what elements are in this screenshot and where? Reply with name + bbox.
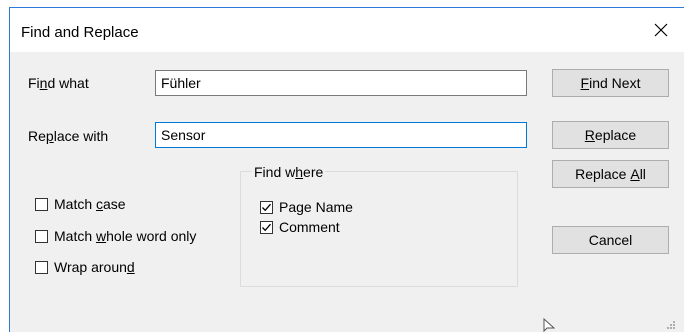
checkmark-icon [262, 223, 271, 231]
wrap-around-checkbox[interactable] [35, 260, 48, 274]
comment-checkbox[interactable] [260, 220, 273, 234]
comment-label: Comment [279, 219, 340, 235]
mouse-cursor-icon [543, 318, 555, 332]
title-bar: Find and Replace [10, 8, 684, 52]
find-what-label: Find what [28, 75, 89, 91]
cancel-button[interactable]: Cancel [552, 226, 669, 254]
find-where-legend: Find where [252, 164, 326, 180]
resize-grip-icon[interactable] [664, 320, 676, 330]
wrap-around-label: Wrap around [54, 259, 135, 275]
page-name-option[interactable]: Page Name [260, 199, 353, 215]
match-whole-word-label: Match whole word only [54, 228, 197, 244]
checkmark-icon [262, 203, 271, 211]
match-case-label: Match case [54, 196, 126, 212]
replace-with-input[interactable] [155, 122, 527, 148]
close-button[interactable] [638, 8, 684, 52]
match-whole-word-checkbox[interactable] [35, 229, 48, 243]
match-whole-word-option[interactable]: Match whole word only [35, 228, 196, 244]
match-case-checkbox[interactable] [35, 197, 48, 211]
match-case-option[interactable]: Match case [35, 196, 126, 212]
comment-option[interactable]: Comment [260, 219, 340, 235]
find-what-input[interactable] [155, 70, 527, 96]
page-name-checkbox[interactable] [260, 200, 273, 214]
page-name-label: Page Name [279, 199, 353, 215]
replace-button[interactable]: Replace [552, 121, 669, 149]
replace-all-button[interactable]: Replace All [552, 160, 669, 188]
wrap-around-option[interactable]: Wrap around [35, 259, 135, 275]
find-next-button[interactable]: Find Next [552, 69, 669, 97]
replace-with-label: Replace with [28, 128, 109, 144]
close-icon [654, 23, 668, 37]
dialog-title: Find and Replace [21, 24, 139, 41]
